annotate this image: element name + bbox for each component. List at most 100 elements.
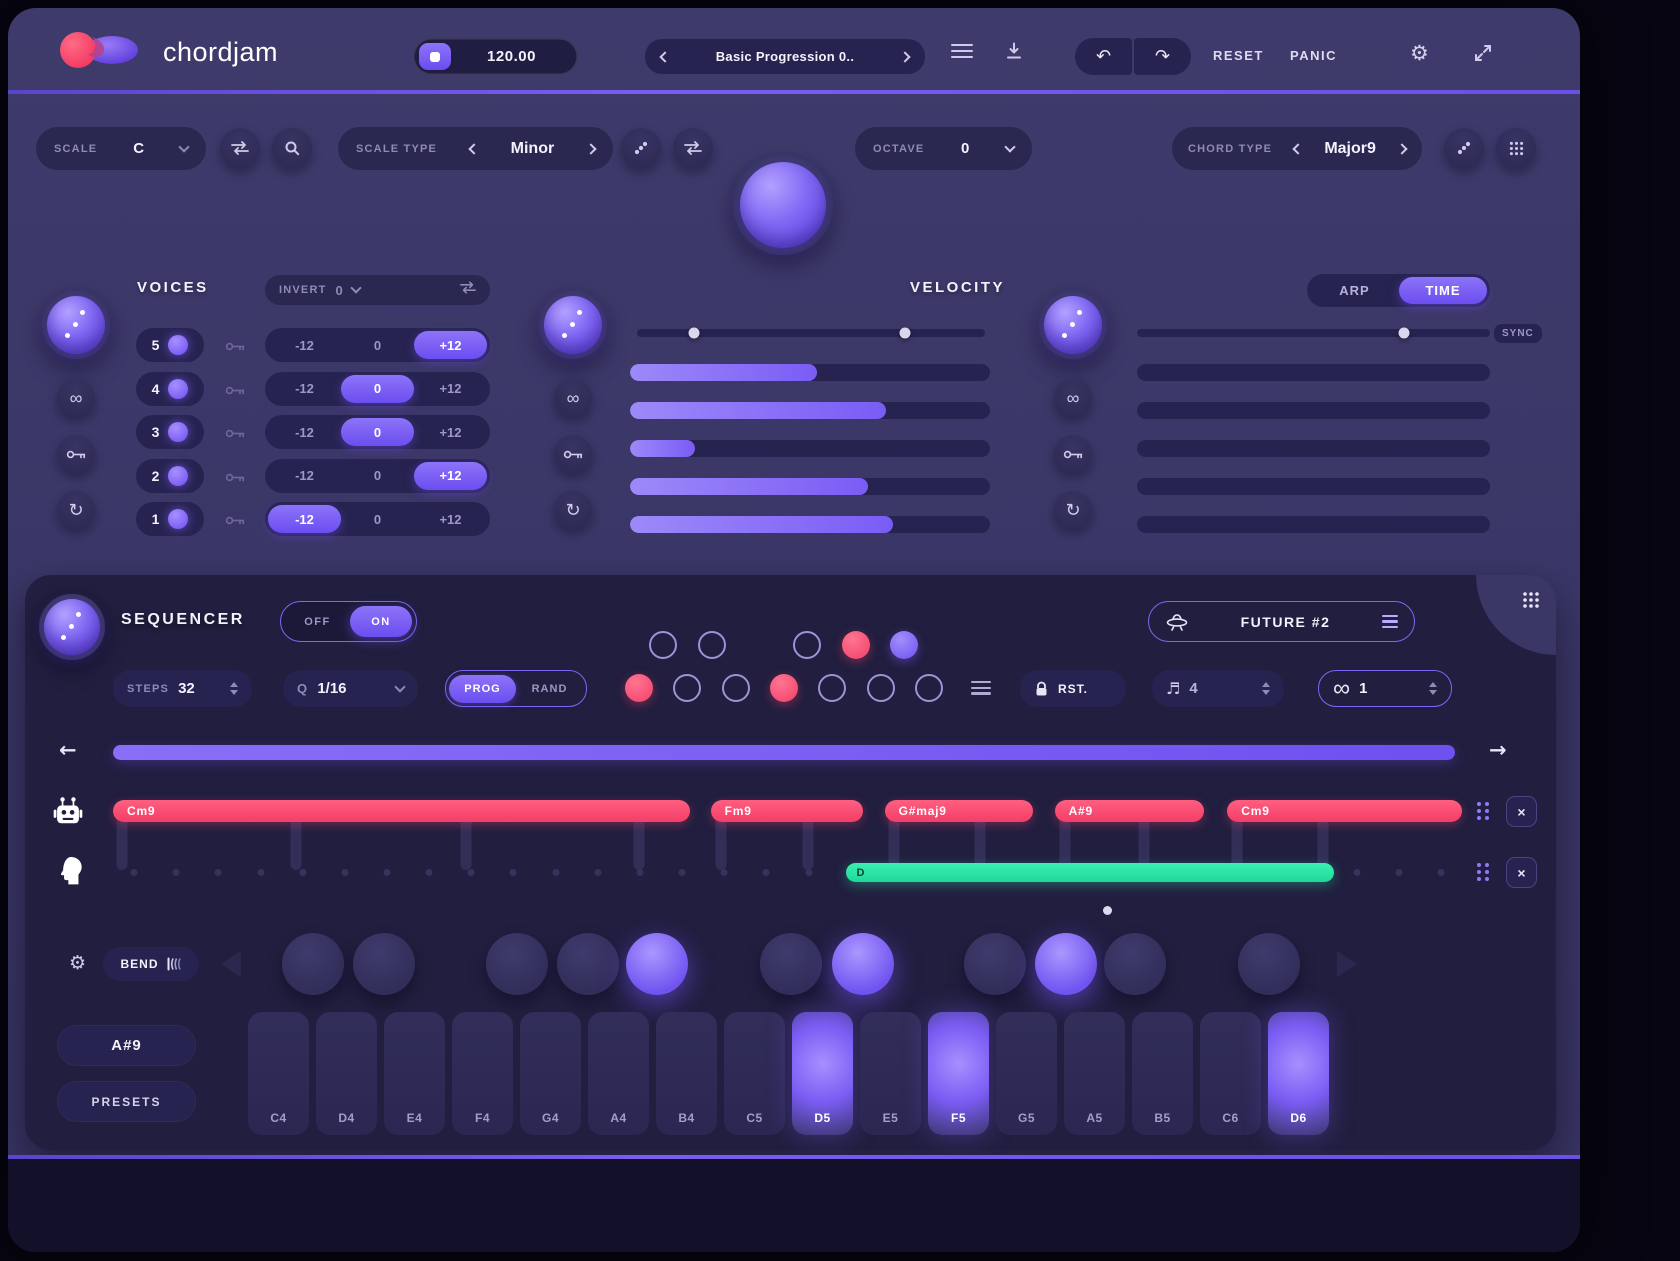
sequencer-preset-selector[interactable]: FUTURE #2 — [1148, 601, 1415, 642]
panic-button[interactable]: PANIC — [1290, 48, 1337, 63]
bend-pad[interactable] — [832, 933, 894, 995]
voice-offset-option[interactable]: -12 — [268, 331, 341, 359]
time-bar-track[interactable] — [1137, 402, 1490, 419]
menu-icon[interactable] — [951, 43, 973, 59]
piano-key-G4[interactable]: G4 — [520, 1012, 581, 1135]
settings-gear-icon[interactable]: ⚙ — [1410, 41, 1429, 65]
velocity-bar-track[interactable] — [630, 516, 990, 533]
invert-flip-icon[interactable] — [460, 281, 476, 299]
invert-selector[interactable]: INVERT 0 — [265, 275, 490, 305]
chord-lane-drag-handle[interactable] — [1477, 801, 1490, 821]
undo-button[interactable]: ↶ — [1075, 38, 1132, 75]
pattern-step-pink[interactable] — [625, 674, 653, 702]
scale-type-prev-icon[interactable] — [468, 143, 479, 154]
chord-type-selector[interactable]: CHORD TYPE Major9 — [1172, 127, 1422, 170]
voice-offset-option[interactable]: +12 — [414, 418, 487, 446]
stop-button[interactable] — [419, 43, 451, 70]
pattern-step-outline[interactable] — [698, 631, 726, 659]
sequencer-preset-menu-icon[interactable] — [1382, 615, 1398, 629]
piano-key-A5[interactable]: A5 — [1064, 1012, 1125, 1135]
chord-lane-clear-button[interactable]: × — [1506, 796, 1537, 827]
voice-toggle[interactable]: 1 — [136, 502, 204, 536]
voice-offset-option[interactable]: +12 — [414, 505, 487, 533]
preset-next-icon[interactable] — [899, 51, 910, 62]
note-lane-clear-button[interactable]: × — [1506, 857, 1537, 888]
time-bar-track[interactable] — [1137, 440, 1490, 457]
piano-key-E5[interactable]: E5 — [860, 1012, 921, 1135]
piano-key-B4[interactable]: B4 — [656, 1012, 717, 1135]
piano-key-C4[interactable]: C4 — [248, 1012, 309, 1135]
scroll-left-arrow[interactable]: ← — [59, 738, 77, 762]
voice-offset-option[interactable]: 0 — [341, 505, 414, 533]
bend-pad[interactable] — [557, 933, 619, 995]
chord-bar[interactable]: A#9 — [1055, 800, 1205, 822]
octave-selector[interactable]: OCTAVE 0 — [855, 127, 1032, 170]
scale-random-button[interactable] — [621, 128, 661, 168]
chord-bar[interactable]: Cm9 — [1227, 800, 1462, 822]
robot-lane-icon[interactable] — [51, 796, 85, 826]
voice-offset-option[interactable]: -12 — [268, 418, 341, 446]
pattern-step-purple[interactable] — [890, 631, 918, 659]
pattern-step-outline[interactable] — [915, 674, 943, 702]
time-random-knob[interactable] — [1039, 291, 1107, 359]
time-slider[interactable] — [1137, 329, 1490, 337]
time-infinity-button[interactable]: ∞ — [1054, 379, 1092, 417]
voice-lock-icon[interactable] — [225, 383, 245, 401]
scale-type-flip-button[interactable] — [673, 128, 713, 168]
chord-bar[interactable]: Cm9 — [113, 800, 690, 822]
loop-stepper[interactable] — [1429, 682, 1437, 695]
velocity-random-knob[interactable] — [539, 291, 607, 359]
presets-button[interactable]: PRESETS — [57, 1081, 196, 1122]
reset-button[interactable]: RESET — [1213, 48, 1264, 63]
velocity-range-handle[interactable] — [899, 328, 910, 339]
bend-pad[interactable] — [282, 933, 344, 995]
preset-selector[interactable]: Basic Progression 0.. — [645, 39, 925, 74]
chord-type-next-icon[interactable] — [1396, 143, 1407, 154]
chord-bar[interactable]: Fm9 — [711, 800, 863, 822]
pattern-step-outline[interactable] — [818, 674, 846, 702]
chord-type-prev-icon[interactable] — [1293, 143, 1304, 154]
bend-pad[interactable] — [626, 933, 688, 995]
voice-toggle[interactable]: 4 — [136, 372, 204, 406]
pattern-step-outline[interactable] — [793, 631, 821, 659]
scale-detect-button[interactable] — [272, 128, 312, 168]
bend-pad[interactable] — [486, 933, 548, 995]
time-slider-handle[interactable] — [1398, 328, 1409, 339]
pattern-step-pink[interactable] — [842, 631, 870, 659]
rate-stepper[interactable] — [1262, 682, 1270, 695]
time-bar-track[interactable] — [1137, 364, 1490, 381]
pattern-step-pink[interactable] — [770, 674, 798, 702]
piano-key-C6[interactable]: C6 — [1200, 1012, 1261, 1135]
voice-offset-option[interactable]: -12 — [268, 505, 341, 533]
voice-offset-option[interactable]: -12 — [268, 375, 341, 403]
bend-pad[interactable] — [353, 933, 415, 995]
chord-type-random-button[interactable] — [1444, 128, 1484, 168]
preset-prev-icon[interactable] — [659, 51, 670, 62]
velocity-infinity-button[interactable]: ∞ — [554, 379, 592, 417]
pattern-step-outline[interactable] — [867, 674, 895, 702]
piano-key-D6[interactable]: D6 — [1268, 1012, 1329, 1135]
scale-type-selector[interactable]: SCALE TYPE Minor — [338, 127, 613, 170]
piano-key-B5[interactable]: B5 — [1132, 1012, 1193, 1135]
voice-offset-option[interactable]: +12 — [414, 462, 487, 490]
pads-next-triangle[interactable] — [1337, 951, 1357, 977]
resize-icon[interactable] — [1473, 43, 1493, 63]
scale-type-next-icon[interactable] — [585, 143, 596, 154]
sequence-lanes[interactable]: D Cm9Fm9G#maj9A#9Cm9 — [113, 800, 1462, 890]
voice-offset-option[interactable]: 0 — [341, 462, 414, 490]
voice-lock-icon[interactable] — [225, 426, 245, 444]
velocity-lock-button[interactable] — [554, 435, 592, 473]
reset-steps-button[interactable]: RST. — [1020, 670, 1126, 707]
piano-key-A4[interactable]: A4 — [588, 1012, 649, 1135]
pattern-step-outline[interactable] — [673, 674, 701, 702]
bend-pad[interactable] — [760, 933, 822, 995]
voice-offset-option[interactable]: 0 — [341, 331, 414, 359]
velocity-reset-button[interactable]: ↻ — [554, 491, 592, 529]
bpm-value[interactable]: 120.00 — [451, 48, 572, 65]
bend-pad[interactable] — [964, 933, 1026, 995]
velocity-bar-track[interactable] — [630, 402, 990, 419]
time-bar-track[interactable] — [1137, 516, 1490, 533]
voice-lock-icon[interactable] — [225, 470, 245, 488]
loop-control[interactable]: ∞ 1 — [1318, 670, 1452, 707]
scroll-right-arrow[interactable]: → — [1489, 738, 1507, 762]
